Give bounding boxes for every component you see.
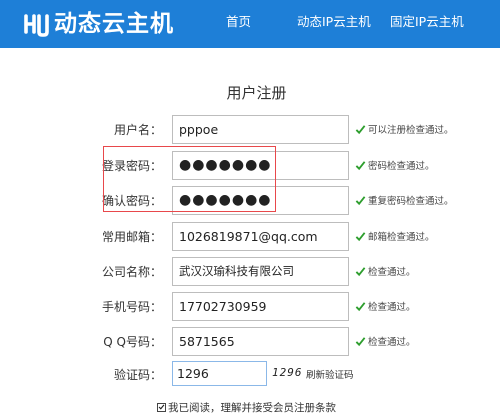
username-input[interactable]: pppoe — [172, 115, 349, 144]
check-icon — [355, 301, 366, 311]
agreement-text: 我已阅读，理解并接受会员注册条款 — [168, 401, 336, 414]
email-hint: 邮箱检查通过。 — [355, 228, 435, 244]
captcha-input[interactable]: 1296 — [172, 361, 267, 386]
mobile-label: 手机号码： — [101, 300, 162, 314]
nav-static-ip-host[interactable]: 固定IP云主机 — [390, 13, 464, 31]
agreement-row[interactable]: 我已阅读，理解并接受会员注册条款 — [157, 400, 336, 414]
check-icon — [355, 124, 366, 134]
check-icon — [355, 160, 366, 170]
nav-dynamic-ip-host[interactable]: 动态IP云主机 — [297, 13, 371, 31]
password-highlight-box — [103, 146, 276, 212]
check-icon — [355, 266, 366, 276]
checkbox-icon — [158, 404, 165, 410]
check-icon — [355, 231, 366, 241]
username-hint: 可以注册检查通过。 — [355, 121, 454, 137]
hint-text: 邮箱检查通过。 — [368, 232, 435, 243]
top-navigation-bar: 动态云主机 首页 动态IP云主机 固定IP云主机 — [0, 0, 500, 48]
site-logo[interactable]: 动态云主机 — [22, 7, 174, 41]
hint-text: 检查通过。 — [368, 337, 416, 348]
company-label: 公司名称： — [101, 265, 162, 279]
company-input[interactable]: 武汉汉瑜科技有限公司 — [172, 257, 349, 286]
confirm-password-hint: 重复密码检查通过。 — [355, 192, 454, 208]
email-label: 常用邮箱： — [101, 230, 162, 244]
username-label: 用户名： — [113, 123, 162, 137]
mobile-hint: 检查通过。 — [355, 298, 416, 314]
nav-home[interactable]: 首页 — [226, 13, 251, 31]
company-hint: 检查通过。 — [355, 263, 416, 279]
hint-text: 检查通过。 — [368, 267, 416, 278]
hint-text: 重复密码检查通过。 — [368, 196, 454, 207]
hint-text: 密码检查通过。 — [368, 161, 435, 172]
password-hint: 密码检查通过。 — [355, 157, 435, 173]
check-icon — [355, 336, 366, 346]
cloud-logo-icon — [22, 10, 50, 38]
captcha-image[interactable]: 1296 — [272, 366, 303, 379]
qq-input[interactable]: 5871565 — [172, 327, 349, 356]
check-icon — [355, 195, 366, 205]
hint-text: 可以注册检查通过。 — [368, 125, 454, 136]
mobile-input[interactable]: 17702730959 — [172, 292, 349, 321]
email-input[interactable]: 1026819871@qq.com — [172, 222, 349, 251]
hint-text: 检查通过。 — [368, 302, 416, 313]
qq-hint: 检查通过。 — [355, 333, 416, 349]
logo-text: 动态云主机 — [54, 11, 174, 37]
page-title: 用户注册 — [226, 84, 287, 102]
refresh-captcha-link[interactable]: 刷新验证码 — [306, 367, 354, 381]
qq-label: Q Q号码： — [103, 335, 162, 349]
captcha-label: 验证码： — [113, 368, 162, 382]
agreement-checkbox[interactable] — [157, 402, 166, 412]
